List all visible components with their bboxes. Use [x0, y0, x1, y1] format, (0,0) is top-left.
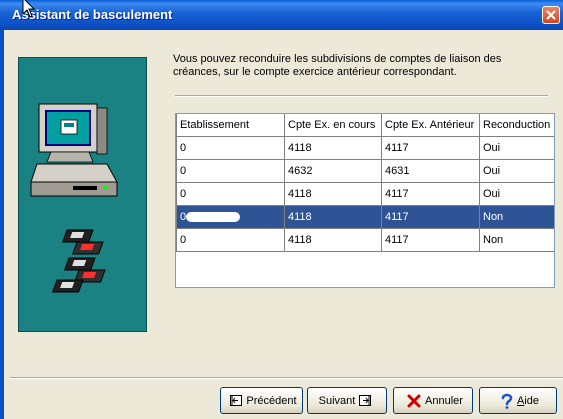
- cell-etablissement: 0: [176, 228, 285, 252]
- cell-reconduction[interactable]: Oui: [479, 159, 554, 183]
- red-x-icon: [407, 394, 421, 408]
- column-header-reconduction[interactable]: Reconduction: [479, 114, 554, 137]
- mouse-cursor-icon: [22, 0, 36, 18]
- window-title: Assistant de basculement: [12, 7, 173, 22]
- previous-button-label: Précédent: [246, 394, 297, 407]
- table-row[interactable]: 0 4118 4117 Non: [176, 228, 554, 252]
- cell-etablissement: 0: [176, 205, 285, 229]
- table-row[interactable]: 0 4118 4117 Oui: [176, 182, 554, 206]
- table-row[interactable]: 0 4632 4631 Oui: [176, 159, 554, 183]
- help-button-label: Aide: [517, 395, 539, 407]
- column-header-cpte-anterieur[interactable]: Cpte Ex. Antérieur: [381, 114, 480, 137]
- cell-cpte-anterieur: 4117: [381, 205, 480, 229]
- cancel-button[interactable]: Annuler: [393, 387, 473, 414]
- intro-text: Vous pouvez reconduire les subdivisions …: [173, 53, 502, 78]
- grid-header-row: Etablissement Cpte Ex. en cours Cpte Ex.…: [176, 114, 554, 137]
- separator-top: [175, 95, 548, 97]
- help-button[interactable]: Aide: [479, 387, 557, 414]
- cell-cpte-anterieur: 4631: [381, 159, 480, 183]
- next-button-label: Suivant: [318, 394, 356, 407]
- cell-reconduction[interactable]: Non: [479, 228, 554, 252]
- column-header-cpte-en-cours[interactable]: Cpte Ex. en cours: [284, 114, 382, 137]
- cell-cpte-anterieur: 4117: [381, 136, 480, 160]
- cancel-button-label: Annuler: [425, 394, 463, 407]
- separator-bottom: [10, 377, 563, 379]
- cell-cpte-en-cours: 4118: [284, 136, 382, 160]
- back-arrow-icon: [230, 395, 243, 406]
- title-bar[interactable]: Assistant de basculement: [0, 0, 563, 30]
- column-header-etablissement[interactable]: Etablissement: [176, 114, 285, 137]
- floppy-disk-icon: [51, 229, 106, 293]
- cell-cpte-en-cours: 4632: [284, 159, 382, 183]
- next-button[interactable]: Suivant: [307, 387, 387, 414]
- cell-etablissement: 0: [176, 182, 285, 206]
- cell-cpte-anterieur: 4117: [381, 228, 480, 252]
- close-button[interactable]: [542, 6, 560, 24]
- previous-button[interactable]: Précédent: [220, 387, 303, 414]
- redacted-mask: [186, 212, 241, 223]
- cell-cpte-en-cours: 4118: [284, 205, 382, 229]
- cell-cpte-anterieur: 4117: [381, 182, 480, 206]
- cell-reconduction[interactable]: Non: [479, 205, 554, 229]
- side-illustration-panel: [18, 57, 147, 332]
- help-button-label-rest: ide: [524, 394, 540, 407]
- cell-cpte-en-cours: 4118: [284, 228, 382, 252]
- cell-etablissement: 0: [176, 159, 285, 183]
- cell-reconduction[interactable]: Oui: [479, 182, 554, 206]
- close-icon: [546, 10, 556, 20]
- cell-etablissement: 0: [176, 136, 285, 160]
- question-mark-icon: [501, 393, 513, 409]
- cell-reconduction[interactable]: Oui: [479, 136, 554, 160]
- table-row-selected[interactable]: 0 4118 4117 Non: [176, 205, 554, 229]
- accounts-grid[interactable]: Etablissement Cpte Ex. en cours Cpte Ex.…: [175, 113, 555, 288]
- cell-cpte-en-cours: 4118: [284, 182, 382, 206]
- table-row[interactable]: 0 4118 4117 Oui: [176, 136, 554, 160]
- next-arrow-icon: [359, 395, 372, 406]
